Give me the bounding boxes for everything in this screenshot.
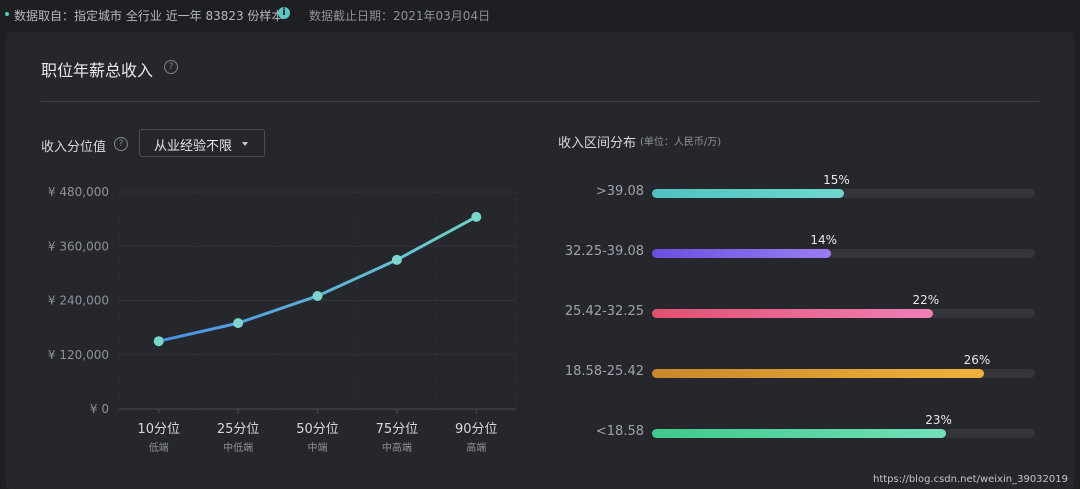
percentile-line-chart: ¥ 0¥ 120,000¥ 240,000¥ 360,000¥ 480,000 … — [48, 185, 517, 454]
distribution-unit: (单位：人民币/万) — [640, 137, 722, 148]
percent-label: 14% — [810, 233, 838, 247]
percentile-title: 收入分位值 — [41, 140, 107, 155]
bullet-dot-icon — [5, 12, 9, 16]
x-tick-sublabel: 低端 — [149, 441, 169, 454]
y-tick-label: ¥ 480,000 — [48, 185, 109, 199]
bar-fill[interactable] — [652, 249, 831, 258]
y-tick-label: ¥ 120,000 — [48, 348, 109, 362]
distribution-row: >39.08 15% — [546, 169, 1046, 209]
distribution-row: 32.25-39.08 14% — [546, 229, 1046, 269]
distribution-row: 25.42-32.25 22% — [546, 289, 1046, 329]
distribution-row: 18.58-25.42 26% — [546, 349, 1046, 389]
distribution-title: 收入区间分布 — [558, 136, 637, 151]
percent-label: 23% — [925, 413, 952, 427]
percent-label: 15% — [823, 173, 850, 187]
x-tick-label: 75分位 — [376, 422, 419, 437]
salary-card: 职位年薪总收入 ? 收入分位值 ? 从业经验不限 ¥ 0 ¥ 120,000 ¥ 2… — [6, 32, 1074, 489]
x-tick-sublabel: 中高端 — [382, 441, 412, 454]
data-point[interactable] — [233, 318, 244, 329]
data-source-text: 数据取自：指定城市 全行业 近一年 83823 份样本 — [14, 9, 284, 23]
percent-label: 26% — [963, 353, 991, 367]
percent-label: 22% — [912, 293, 940, 307]
range-label: 32.25-39.08 — [564, 244, 644, 259]
experience-select-value: 从业经验不限 — [154, 139, 233, 154]
series-line — [157, 215, 478, 343]
data-point[interactable] — [153, 336, 164, 347]
bar-track: 22% — [652, 293, 1035, 318]
card-title: 职位年薪总收入 — [41, 61, 154, 80]
x-tick-label: 50分位 — [296, 422, 339, 437]
bar-track: 26% — [652, 353, 1035, 378]
range-label: >39.08 — [595, 184, 644, 199]
bar-track: 15% — [652, 173, 1035, 198]
caret-down-icon — [242, 142, 248, 146]
x-tick-sublabel: 高端 — [466, 441, 486, 454]
bar-track: 23% — [652, 413, 1035, 438]
percentile-help-icon[interactable]: ? — [114, 137, 128, 151]
y-tick-label: ¥ 0 — [90, 402, 109, 416]
data-point[interactable] — [391, 254, 402, 265]
x-tick-label: 90分位 — [455, 422, 498, 437]
x-tick-sublabel: 中端 — [308, 441, 328, 454]
bar-fill[interactable] — [652, 369, 984, 378]
x-tick-label: 25分位 — [217, 422, 260, 437]
x-tick-label: 10分位 — [137, 422, 180, 437]
data-source-bar: 数据取自：指定城市 全行业 近一年 83823 份样本 i 数据截止日期：202… — [0, 0, 1080, 30]
distribution-row: <18.58 23% — [546, 409, 1046, 449]
bar-fill[interactable] — [652, 309, 933, 318]
data-point[interactable] — [312, 290, 323, 301]
data-cutoff-date: 数据截止日期：2021年03月04日 — [309, 9, 491, 23]
divider — [41, 101, 1039, 102]
bar-fill[interactable] — [652, 189, 844, 198]
range-label: <18.58 — [595, 424, 644, 439]
bar-track: 14% — [652, 233, 1035, 258]
bar-fill[interactable] — [652, 429, 946, 438]
data-point[interactable] — [471, 211, 482, 222]
y-tick-label: ¥ 240,000 — [48, 294, 109, 308]
range-label: 18.58-25.42 — [564, 364, 644, 379]
watermark: https://blog.csdn.net/weixin_39032019 — [872, 474, 1068, 485]
info-icon[interactable]: i — [278, 7, 290, 19]
range-label: 25.42-32.25 — [564, 304, 644, 319]
y-tick-label: ¥ 360,000 — [48, 239, 109, 253]
experience-select[interactable]: 从业经验不限 — [139, 129, 265, 157]
help-icon[interactable]: ? — [164, 60, 178, 74]
x-tick-sublabel: 中低端 — [223, 441, 253, 454]
